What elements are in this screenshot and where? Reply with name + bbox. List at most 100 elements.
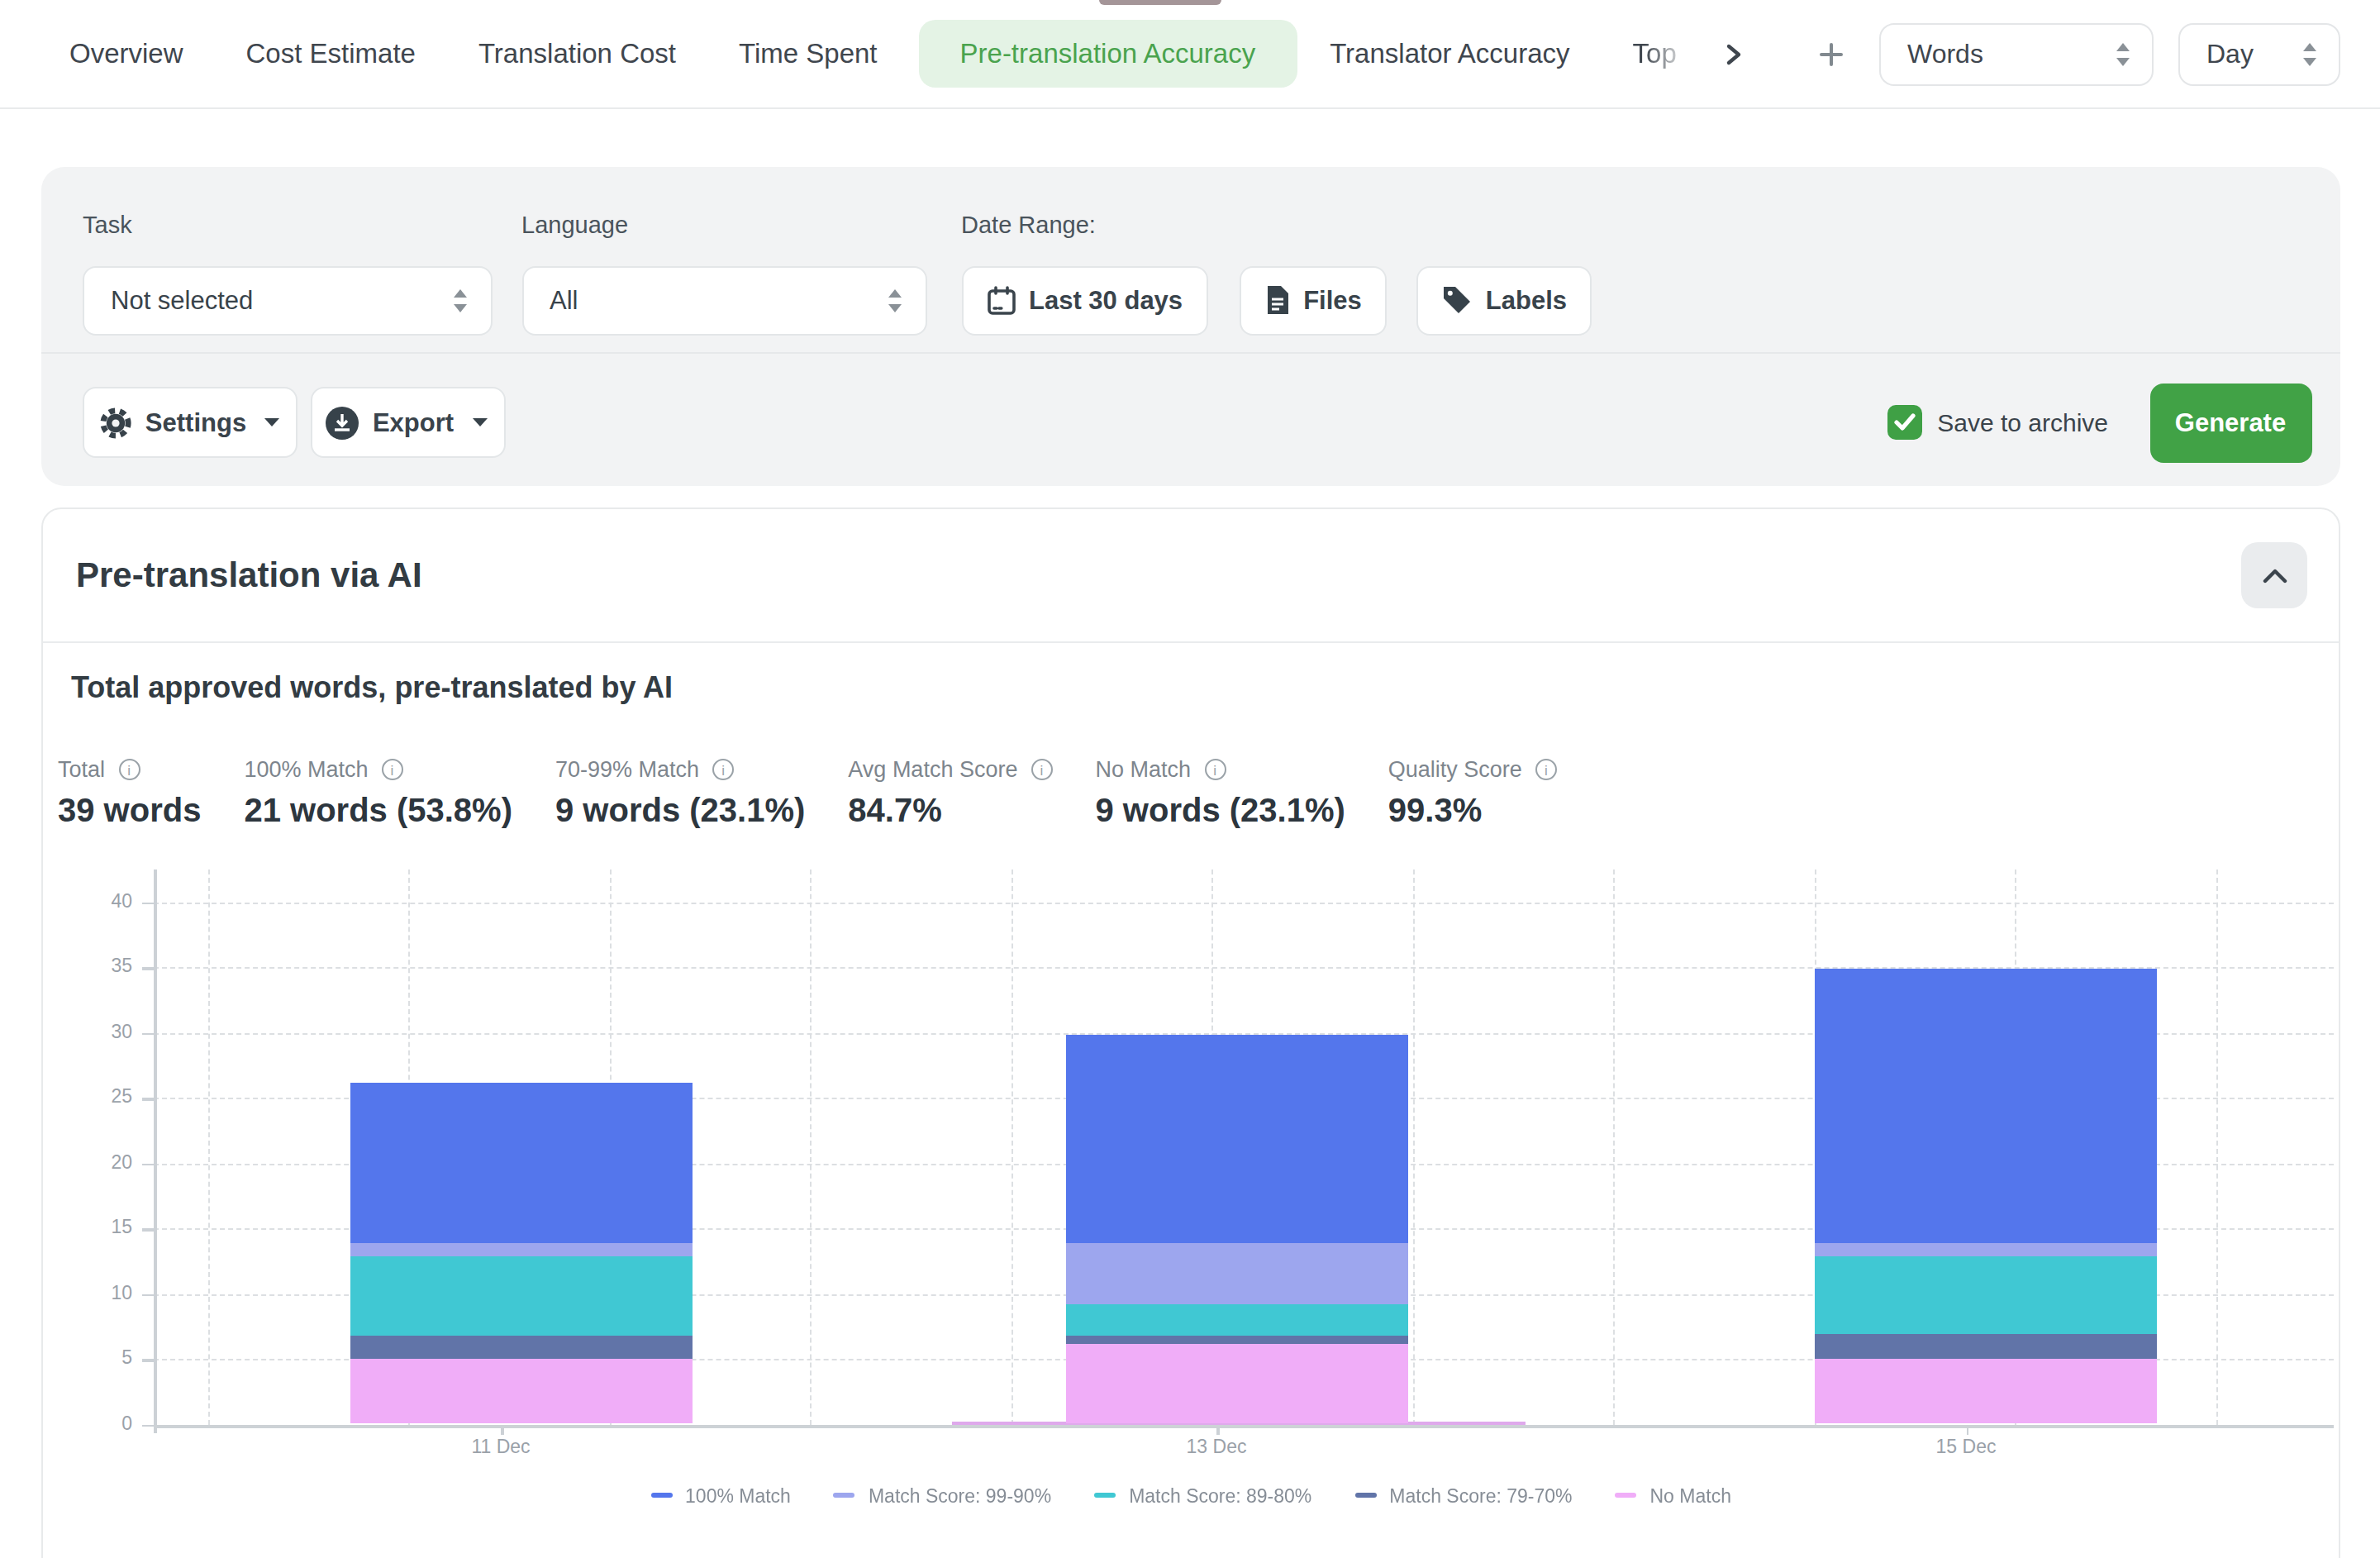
- v-gridline: [1011, 869, 1012, 1424]
- task-select[interactable]: Not selected: [83, 265, 492, 336]
- language-label: Language: [521, 209, 926, 239]
- x-axis-tick: [1216, 1427, 1219, 1435]
- tab-overview[interactable]: Overview: [69, 38, 183, 69]
- y-axis-label: 15: [66, 1217, 132, 1236]
- filter-panel: Task Not selected Language All Date Rang…: [41, 166, 2340, 485]
- date-range-button[interactable]: Last 30 days: [961, 265, 1207, 336]
- filter-row-actions: Settings Export Save to archive Generate: [41, 354, 2340, 485]
- y-axis-label: 5: [66, 1347, 132, 1367]
- analytics-dashboard: Overview Cost Estimate Translation Cost Tim…: [0, 0, 2380, 1558]
- legend-item[interactable]: Match Score: 79-70%: [1354, 1485, 1572, 1505]
- y-axis-tick: [142, 1228, 154, 1231]
- sort-arrows-icon: [450, 288, 469, 314]
- tab-top[interactable]: Top: [1633, 38, 1692, 69]
- tab-time-spent[interactable]: Time Spent: [739, 38, 878, 69]
- x-axis-tick: [1966, 1427, 1968, 1435]
- stat-label: Totali: [58, 757, 201, 782]
- tab-label: Pre-translation Accuracy: [960, 38, 1256, 69]
- stat-value: 84.7%: [848, 792, 1052, 830]
- tab-cost-estimate[interactable]: Cost Estimate: [246, 38, 416, 69]
- files-button[interactable]: Files: [1239, 265, 1387, 336]
- stat-no-match: No Matchi9 words (23.1%): [1095, 757, 1345, 830]
- calendar-icon: [986, 286, 1016, 316]
- panel-divider: [43, 641, 2339, 643]
- info-icon[interactable]: i: [712, 759, 734, 780]
- stat-value: 99.3%: [1388, 792, 1557, 830]
- language-field: Language All: [521, 209, 926, 336]
- info-icon[interactable]: i: [1031, 759, 1052, 780]
- bar-segment: [1065, 1244, 1407, 1304]
- save-to-archive-checkbox[interactable]: [1887, 405, 1922, 440]
- stat-total: Totali39 words: [58, 757, 201, 830]
- info-icon[interactable]: i: [1535, 759, 1557, 780]
- add-tab-button[interactable]: [1818, 40, 1844, 67]
- legend-swatch: [1354, 1493, 1376, 1498]
- tabs-overflow-chevron-icon[interactable]: [1722, 42, 1745, 65]
- tab-label: Translation Cost: [478, 38, 676, 68]
- x-axis-label: 13 Dec: [1142, 1436, 1291, 1456]
- bar-segment: [1065, 1035, 1407, 1244]
- bar-15-dec[interactable]: [1815, 969, 2157, 1424]
- y-axis-label: 20: [66, 1151, 132, 1171]
- task-field: Task Not selected: [83, 209, 492, 336]
- tab-label: Top: [1633, 38, 1677, 68]
- bar-segment: [1815, 969, 2157, 1244]
- labels-label: Labels: [1486, 286, 1567, 316]
- v-gridline: [1613, 869, 1615, 1424]
- task-select-value: Not selected: [111, 286, 253, 316]
- stat-value: 9 words (23.1%): [555, 792, 805, 830]
- bar-segment: [1815, 1244, 2157, 1257]
- bar-segment: [1815, 1359, 2157, 1424]
- stat-label: Quality Scorei: [1388, 757, 1557, 782]
- period-select[interactable]: Day: [2178, 22, 2340, 85]
- filter-row-fields: Task Not selected Language All Date Rang…: [41, 166, 2340, 352]
- panel-title: Pre-translation via AI: [76, 555, 422, 595]
- bar-segment: [350, 1359, 692, 1424]
- unit-select-value: Words: [1907, 39, 1983, 69]
- y-axis-tick: [142, 1359, 154, 1361]
- legend-item[interactable]: 100% Match: [650, 1485, 791, 1505]
- info-icon[interactable]: i: [382, 759, 403, 780]
- info-icon[interactable]: i: [118, 759, 140, 780]
- save-to-archive-label[interactable]: Save to archive: [1937, 408, 2108, 436]
- export-button[interactable]: Export: [310, 388, 505, 458]
- settings-button[interactable]: Settings: [83, 388, 298, 458]
- pretranslation-panel: Pre-translation via AI Total approved wo…: [41, 507, 2340, 1558]
- files-label: Files: [1303, 286, 1362, 316]
- legend-item[interactable]: Match Score: 89-80%: [1094, 1485, 1311, 1505]
- stat-value: 9 words (23.1%): [1095, 792, 1345, 830]
- tabs-nav: Overview Cost Estimate Translation Cost Tim…: [69, 20, 1692, 88]
- y-axis-label: 40: [66, 890, 132, 910]
- bar-segment: [1815, 1257, 2157, 1334]
- date-range-buttons: Last 30 days Files Labels: [961, 265, 1592, 336]
- top-selects: Words Day: [1879, 22, 2340, 85]
- tab-pre-translation-accuracy[interactable]: Pre-translation Accuracy: [919, 20, 1297, 88]
- chevron-up-icon: [2262, 568, 2287, 583]
- bar-11-dec[interactable]: [350, 1082, 692, 1424]
- collapse-button[interactable]: [2241, 542, 2307, 608]
- generate-button[interactable]: Generate: [2149, 383, 2311, 462]
- stat-label: 100% Matchi: [244, 757, 512, 782]
- labels-button[interactable]: Labels: [1416, 265, 1592, 336]
- date-range-value: Last 30 days: [1029, 286, 1183, 316]
- legend-item[interactable]: No Match: [1616, 1485, 1731, 1505]
- language-select[interactable]: All: [521, 265, 926, 336]
- legend-swatch: [650, 1493, 672, 1498]
- bar-segment: [1815, 1334, 2157, 1359]
- info-icon[interactable]: i: [1204, 759, 1226, 780]
- y-axis-line: [154, 869, 156, 1432]
- stats-row: Totali39 words100% Matchi21 words (53.8%…: [58, 757, 2339, 830]
- chart-title: Total approved words, pre-translated by …: [71, 671, 2339, 706]
- y-axis-label: 35: [66, 955, 132, 975]
- bar-13-dec[interactable]: [1065, 1035, 1407, 1424]
- tab-translator-accuracy[interactable]: Translator Accuracy: [1330, 38, 1569, 69]
- bar-segment: [1065, 1304, 1407, 1336]
- legend-item[interactable]: Match Score: 99-90%: [834, 1485, 1051, 1505]
- v-gridline: [2216, 869, 2217, 1424]
- y-axis-tick: [142, 902, 154, 904]
- chart-legend: 100% Match Match Score: 99-90% Match Score…: [43, 1485, 2339, 1505]
- unit-select[interactable]: Words: [1879, 22, 2154, 85]
- tab-translation-cost[interactable]: Translation Cost: [478, 38, 676, 69]
- top-notch: [1099, 0, 1221, 5]
- stat-avg-match-score: Avg Match Scorei84.7%: [848, 757, 1052, 830]
